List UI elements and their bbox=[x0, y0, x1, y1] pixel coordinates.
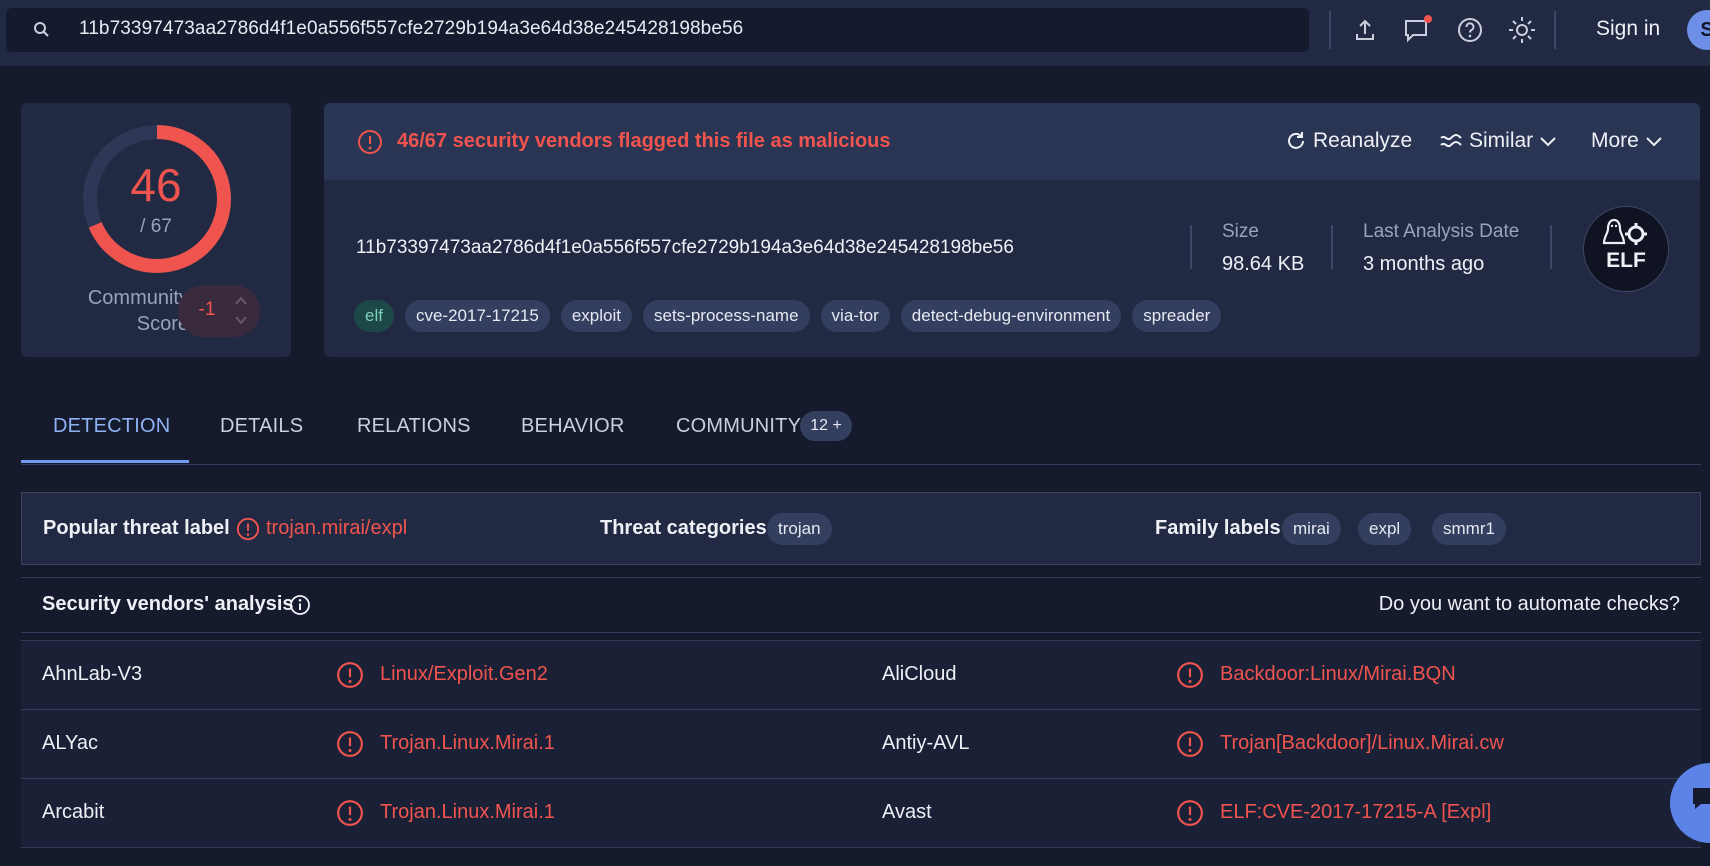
file-hash[interactable]: 11b73397473aa2786d4f1e0a556f557cfe2729b1… bbox=[356, 237, 1014, 259]
vendor-table: AhnLab-V3 Linux/Exploit.Gen2 AliCloud Ba… bbox=[21, 640, 1701, 848]
tab-behavior[interactable]: BEHAVIOR bbox=[521, 415, 624, 438]
chat-notification-icon[interactable] bbox=[1403, 15, 1433, 45]
alert-icon bbox=[1177, 800, 1203, 826]
refresh-icon bbox=[1288, 132, 1304, 149]
tag-elf[interactable]: elf bbox=[354, 300, 394, 332]
table-row: Arcabit Trojan.Linux.Mirai.1 Avast ELF:C… bbox=[21, 778, 1701, 848]
engine-total: / 67 bbox=[140, 216, 172, 237]
file-type-label: ELF bbox=[1606, 249, 1646, 272]
vendor-result: Backdoor:Linux/Mirai.BQN bbox=[1220, 663, 1456, 685]
vote-down-icon[interactable] bbox=[234, 316, 248, 326]
family-label-pill[interactable]: smmr1 bbox=[1432, 513, 1506, 545]
community-score-label: Community Score bbox=[87, 287, 189, 335]
top-bar: 11b73397473aa2786d4f1e0a556f557cfe2729b1… bbox=[0, 0, 1710, 66]
tag-exploit[interactable]: exploit bbox=[560, 300, 632, 332]
community-score-widget: -1 bbox=[178, 285, 260, 337]
divider bbox=[1554, 11, 1556, 49]
vendor-name: AhnLab-V3 bbox=[42, 663, 143, 685]
similar-dropdown[interactable]: Similar bbox=[1439, 129, 1557, 153]
divider bbox=[1190, 225, 1192, 269]
table-row: ALYac Trojan.Linux.Mirai.1 Antiy-AVL Tro… bbox=[21, 709, 1701, 779]
chevron-down-icon bbox=[1646, 137, 1662, 147]
divider bbox=[1550, 225, 1552, 269]
info-icon[interactable] bbox=[289, 594, 311, 616]
sign-up-button[interactable]: S bbox=[1687, 10, 1710, 50]
more-dropdown[interactable]: More bbox=[1591, 129, 1663, 153]
malicious-alert-bar: 46/67 security vendors flagged this file… bbox=[324, 103, 1700, 180]
automate-checks-link[interactable]: Do you want to automate checks? bbox=[1379, 593, 1680, 616]
popular-threat-value[interactable]: trojan.mirai/expl bbox=[266, 517, 407, 540]
tag-cve[interactable]: cve-2017-17215 bbox=[404, 300, 550, 332]
active-tab-indicator bbox=[21, 460, 189, 463]
tag-sets-process-name[interactable]: sets-process-name bbox=[642, 300, 810, 332]
vendor-result: Linux/Exploit.Gen2 bbox=[380, 663, 548, 685]
vendor-result: Trojan.Linux.Mirai.1 bbox=[380, 732, 555, 754]
last-analysis-value: 3 months ago bbox=[1363, 253, 1485, 275]
linux-tux-gear-icon bbox=[1602, 218, 1647, 245]
malicious-alert-text: 46/67 security vendors flagged this file… bbox=[397, 130, 891, 152]
help-icon[interactable] bbox=[1455, 15, 1485, 45]
tab-relations[interactable]: RELATIONS bbox=[357, 415, 471, 438]
community-score-value: -1 bbox=[198, 299, 216, 320]
vendor-result: Trojan.Linux.Mirai.1 bbox=[380, 801, 555, 823]
tab-details[interactable]: DETAILS bbox=[220, 415, 303, 438]
threat-category-pill[interactable]: trojan bbox=[767, 513, 832, 545]
last-analysis-label: Last Analysis Date bbox=[1363, 221, 1520, 242]
tag-detect-debug-environment[interactable]: detect-debug-environment bbox=[900, 300, 1122, 332]
upload-icon[interactable] bbox=[1350, 15, 1380, 45]
chat-icon bbox=[1693, 788, 1710, 809]
search-icon bbox=[32, 20, 52, 40]
tab-detection[interactable]: DETECTION bbox=[53, 415, 170, 438]
family-label-pill[interactable]: mirai bbox=[1282, 513, 1341, 545]
popular-threat-label: Popular threat label bbox=[43, 517, 230, 539]
size-label: Size bbox=[1222, 221, 1259, 242]
family-label-pill[interactable]: expl bbox=[1358, 513, 1412, 545]
approx-icon bbox=[1440, 134, 1462, 148]
detection-count: 46 bbox=[130, 159, 182, 211]
vendor-name: Antiy-AVL bbox=[882, 732, 970, 754]
vendors-header: Security vendors' analysis Do you want t… bbox=[21, 577, 1701, 633]
vendor-name: Arcabit bbox=[42, 801, 105, 823]
divider bbox=[1331, 225, 1333, 269]
family-labels-label: Family labels bbox=[1155, 517, 1281, 539]
sign-in-link[interactable]: Sign in bbox=[1596, 17, 1660, 41]
vendors-title: Security vendors' analysis bbox=[42, 593, 294, 615]
alert-icon bbox=[1177, 662, 1203, 688]
tab-community[interactable]: COMMUNITY bbox=[676, 415, 801, 438]
vendor-result: Trojan[Backdoor]/Linux.Mirai.cw bbox=[1220, 732, 1504, 754]
tab-bar: DETECTION DETAILS RELATIONS BEHAVIOR COM… bbox=[21, 400, 1701, 465]
search-box[interactable]: 11b73397473aa2786d4f1e0a556f557cfe2729b1… bbox=[6, 8, 1309, 52]
tag-list: elf cve-2017-17215 exploit sets-process-… bbox=[354, 300, 1222, 332]
vendor-name: Avast bbox=[882, 801, 932, 823]
alert-icon bbox=[337, 662, 363, 688]
file-summary-card: 46/67 security vendors flagged this file… bbox=[324, 103, 1700, 357]
vendor-result: ELF:CVE-2017-17215-A [Expl] bbox=[1220, 801, 1492, 823]
alert-icon bbox=[1177, 731, 1203, 757]
table-row: AhnLab-V3 Linux/Exploit.Gen2 AliCloud Ba… bbox=[21, 640, 1701, 710]
alert-icon bbox=[358, 130, 382, 154]
alert-icon bbox=[337, 731, 363, 757]
chevron-down-icon bbox=[1540, 137, 1556, 147]
community-count-badge: 12 + bbox=[800, 411, 852, 441]
detection-score-card: 46 / 67 Community Score -1 bbox=[21, 103, 291, 357]
similar-label: Similar bbox=[1469, 129, 1534, 152]
threat-categories-label: Threat categories bbox=[600, 517, 767, 539]
threat-summary-row: Popular threat label trojan.mirai/expl T… bbox=[21, 492, 1701, 565]
more-label: More bbox=[1591, 129, 1639, 152]
size-value: 98.64 KB bbox=[1222, 253, 1305, 275]
search-input[interactable]: 11b73397473aa2786d4f1e0a556f557cfe2729b1… bbox=[79, 18, 743, 40]
file-type-badge: ELF bbox=[1583, 206, 1669, 292]
divider bbox=[1329, 11, 1331, 49]
vendor-name: AliCloud bbox=[882, 663, 957, 685]
vendor-name: ALYac bbox=[42, 732, 98, 754]
reanalyze-button[interactable]: Reanalyze bbox=[1285, 129, 1412, 153]
vote-up-icon[interactable] bbox=[234, 295, 248, 305]
alert-icon bbox=[337, 800, 363, 826]
tag-spreader[interactable]: spreader bbox=[1132, 300, 1222, 332]
alert-icon bbox=[236, 517, 260, 541]
theme-toggle-icon[interactable] bbox=[1507, 15, 1537, 45]
tag-via-tor[interactable]: via-tor bbox=[820, 300, 890, 332]
reanalyze-label: Reanalyze bbox=[1313, 129, 1413, 152]
